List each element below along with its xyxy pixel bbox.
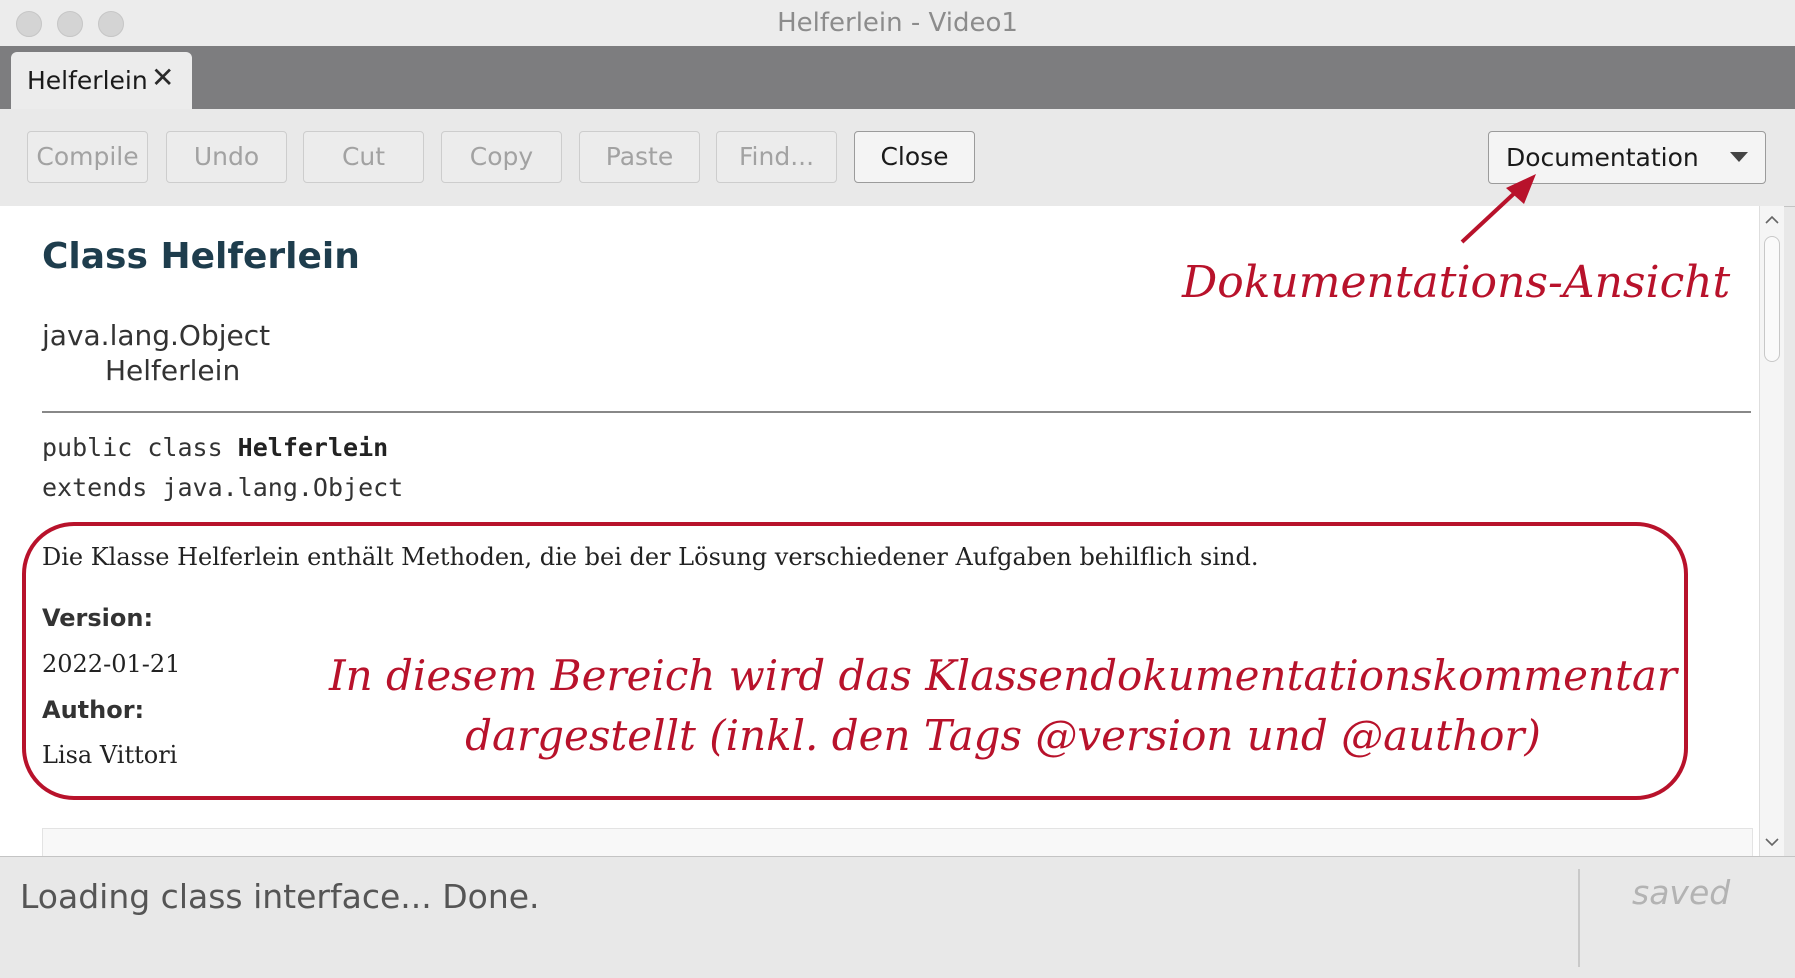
divider <box>42 411 1751 413</box>
declaration-name: Helferlein <box>237 433 389 462</box>
annotation-description: In diesem Bereich wird das Klassendokume… <box>318 646 1688 766</box>
documentation-pane[interactable]: Class Helferlein java.lang.Object Helfer… <box>0 206 1759 856</box>
find-button[interactable]: Find... <box>716 131 837 183</box>
class-extends: extends java.lang.Object <box>42 473 404 502</box>
status-bar: Loading class interface... Done. saved <box>0 856 1795 978</box>
copy-button[interactable]: Copy <box>441 131 562 183</box>
window-title: Helferlein - Video1 <box>777 8 1018 38</box>
declaration-prefix: public class <box>42 433 238 462</box>
undo-button[interactable]: Undo <box>166 131 287 183</box>
paste-button[interactable]: Paste <box>579 131 700 183</box>
scroll-up-icon[interactable] <box>1764 212 1780 228</box>
close-icon[interactable]: ✕ <box>151 62 174 94</box>
chevron-down-icon <box>1730 152 1748 162</box>
tab-bar: Helferlein ✕ <box>0 46 1795 109</box>
annotation-line-2: dargestellt (inkl. den Tags @version und… <box>465 711 1541 760</box>
tab-label: Helferlein <box>27 66 148 95</box>
title-bar: Helferlein - Video1 <box>0 0 1795 47</box>
status-message: Loading class interface... Done. <box>20 877 540 916</box>
tab-helferlein[interactable]: Helferlein ✕ <box>11 52 192 109</box>
scroll-thumb[interactable] <box>1764 236 1780 362</box>
editor-window: Helferlein - Video1 Helferlein ✕ Compile… <box>0 0 1795 978</box>
close-button[interactable]: Close <box>854 131 975 183</box>
summary-table-box <box>42 828 1753 856</box>
cut-button[interactable]: Cut <box>303 131 424 183</box>
annotation-line-1: In diesem Bereich wird das Klassendokume… <box>329 651 1677 700</box>
class-declaration: public class Helferlein <box>42 433 388 462</box>
status-divider <box>1578 869 1580 967</box>
class-title: Class Helferlein <box>42 236 360 277</box>
vertical-scrollbar[interactable] <box>1759 206 1784 856</box>
compile-button[interactable]: Compile <box>27 131 148 183</box>
annotation-arrow-icon <box>1460 174 1536 244</box>
saved-indicator: saved <box>1632 873 1731 912</box>
inheritance-parent: java.lang.Object <box>42 319 271 352</box>
annotation-doc-view: Dokumentations-Ansicht <box>1182 257 1731 308</box>
scroll-down-icon[interactable] <box>1764 834 1780 850</box>
inheritance-child: Helferlein <box>105 354 241 387</box>
